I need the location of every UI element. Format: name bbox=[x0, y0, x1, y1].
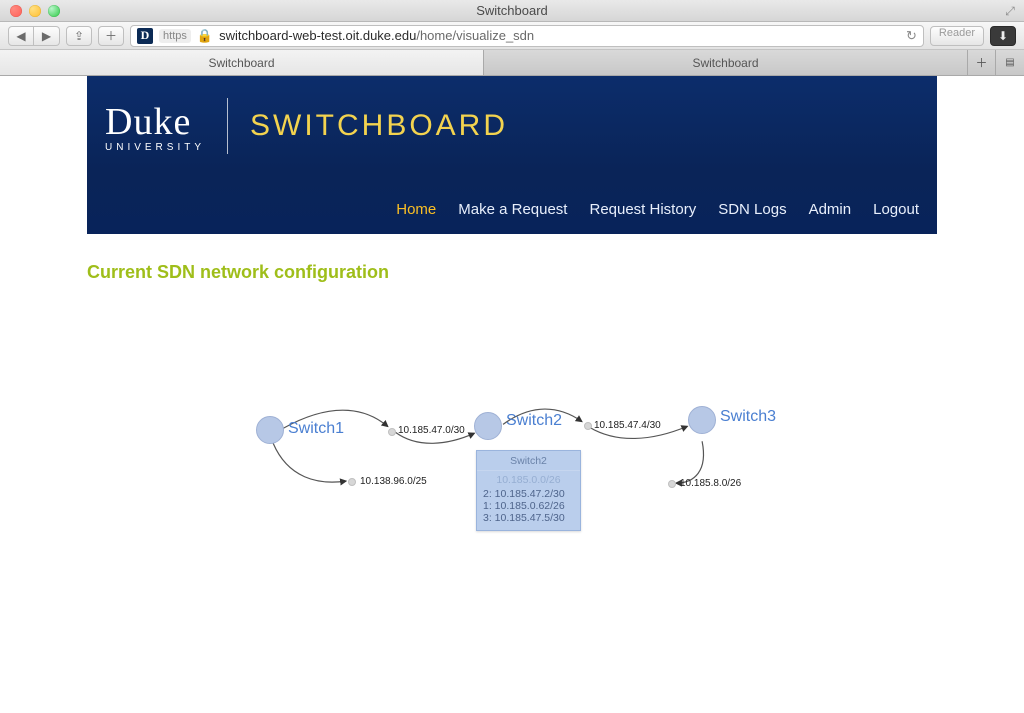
tooltip-row: 3: 10.185.47.5/30 bbox=[483, 512, 574, 524]
nav-logout[interactable]: Logout bbox=[873, 201, 919, 218]
link-node[interactable] bbox=[668, 480, 676, 488]
site-header: Duke UNIVERSITY SWITCHBOARD Home Make a … bbox=[87, 76, 937, 234]
sdn-diagram[interactable]: Switch1 10.185.47.0/30 Switch2 10.185.47… bbox=[87, 293, 937, 713]
logo-main: Duke bbox=[105, 100, 205, 144]
url-bar[interactable]: D https 🔒 switchboard-web-test.oit.duke.… bbox=[130, 25, 924, 47]
add-bookmark-button[interactable]: ＋ bbox=[98, 26, 124, 46]
forward-button[interactable]: ▶ bbox=[34, 26, 60, 46]
browser-tab-label: Switchboard bbox=[692, 56, 758, 70]
link-label: 10.138.96.0/25 bbox=[360, 476, 427, 487]
switch-node[interactable] bbox=[256, 416, 284, 444]
link-label: 10.185.47.0/30 bbox=[398, 425, 465, 436]
fullscreen-icon[interactable]: ⤢ bbox=[1002, 3, 1018, 19]
lock-icon: 🔒 bbox=[197, 28, 213, 44]
url-text: switchboard-web-test.oit.duke.edu/home/v… bbox=[219, 28, 900, 43]
close-window-button[interactable] bbox=[10, 5, 22, 17]
brand-divider bbox=[227, 98, 228, 154]
section-title: Current SDN network configuration bbox=[87, 234, 937, 293]
tooltip-title: Switch2 bbox=[483, 455, 574, 467]
window-title: Switchboard bbox=[0, 3, 1024, 18]
switch-node-label: Switch1 bbox=[288, 420, 344, 438]
switch-node-label: Switch2 bbox=[506, 412, 562, 430]
safari-toolbar: ◀ ▶ ⇪ ＋ D https 🔒 switchboard-web-test.o… bbox=[0, 22, 1024, 50]
link-node[interactable] bbox=[388, 428, 396, 436]
https-indicator: https bbox=[159, 29, 191, 43]
page-body: Duke UNIVERSITY SWITCHBOARD Home Make a … bbox=[0, 76, 1024, 713]
new-tab-button[interactable]: ＋ bbox=[968, 50, 996, 75]
site-favicon: D bbox=[137, 28, 153, 44]
traffic-lights bbox=[0, 5, 60, 17]
logo-sub: UNIVERSITY bbox=[105, 142, 205, 153]
tooltip-row: 1: 10.185.0.62/26 bbox=[483, 500, 574, 512]
tab-overview-button[interactable]: ▤ bbox=[996, 50, 1024, 75]
minimize-window-button[interactable] bbox=[29, 5, 41, 17]
nav-home[interactable]: Home bbox=[396, 201, 436, 218]
share-button[interactable]: ⇪ bbox=[66, 26, 92, 46]
switch-node[interactable] bbox=[688, 406, 716, 434]
main-nav: Home Make a Request Request History SDN … bbox=[396, 201, 919, 218]
browser-tab-row: Switchboard Switchboard ＋ ▤ bbox=[0, 50, 1024, 76]
link-label: 10.185.47.4/30 bbox=[594, 420, 661, 431]
link-node[interactable] bbox=[584, 422, 592, 430]
browser-tab[interactable]: Switchboard bbox=[484, 50, 968, 75]
reader-button[interactable]: Reader bbox=[930, 26, 984, 46]
back-button[interactable]: ◀ bbox=[8, 26, 34, 46]
nav-make-request[interactable]: Make a Request bbox=[458, 201, 567, 218]
downloads-button[interactable]: ⬇ bbox=[990, 26, 1016, 46]
switch-node[interactable] bbox=[474, 412, 502, 440]
browser-tab-label: Switchboard bbox=[208, 56, 274, 70]
switch-node-label: Switch3 bbox=[720, 408, 776, 426]
nav-buttons: ◀ ▶ bbox=[8, 26, 60, 46]
app-title: SWITCHBOARD bbox=[250, 109, 508, 143]
reload-button[interactable]: ↻ bbox=[906, 28, 917, 44]
nav-request-history[interactable]: Request History bbox=[589, 201, 696, 218]
switch-tooltip: Switch2 10.185.0.0/26 2: 10.185.47.2/30 … bbox=[476, 450, 581, 531]
nav-sdn-logs[interactable]: SDN Logs bbox=[718, 201, 786, 218]
nav-admin[interactable]: Admin bbox=[809, 201, 852, 218]
tooltip-subnet: 10.185.0.0/26 bbox=[483, 474, 574, 486]
mac-titlebar: Switchboard ⤢ bbox=[0, 0, 1024, 22]
duke-logo[interactable]: Duke UNIVERSITY bbox=[105, 100, 205, 153]
zoom-window-button[interactable] bbox=[48, 5, 60, 17]
tooltip-row: 2: 10.185.47.2/30 bbox=[483, 488, 574, 500]
browser-tab[interactable]: Switchboard bbox=[0, 50, 484, 75]
link-node[interactable] bbox=[348, 478, 356, 486]
link-label: 10.185.8.0/26 bbox=[680, 478, 741, 489]
